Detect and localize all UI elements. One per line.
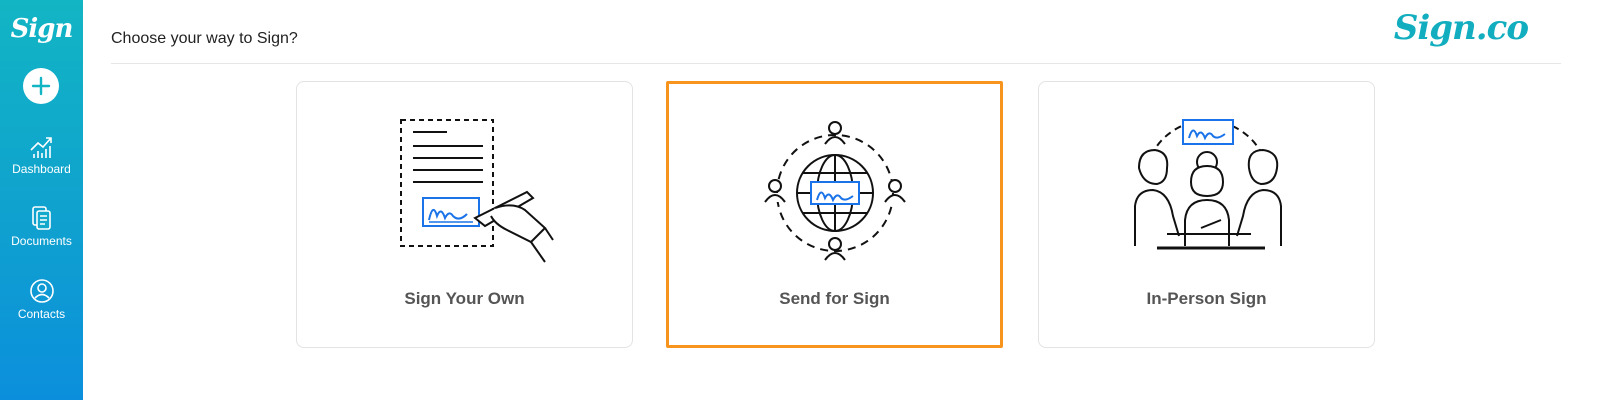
sidebar-item-label: Documents <box>11 234 72 248</box>
sidebar-item-documents[interactable]: Documents <box>0 204 83 248</box>
documents-icon <box>31 206 51 230</box>
contact-icon <box>29 279 54 303</box>
option-label: Send for Sign <box>779 289 890 308</box>
chart-icon <box>29 137 52 158</box>
sidebar: Sign Dashboard Documents Contacts <box>0 0 83 400</box>
page-title: Choose your way to Sign? <box>111 30 298 47</box>
sidebar-item-contacts[interactable]: Contacts <box>0 277 83 321</box>
send-sign-icon <box>669 110 1000 270</box>
sidebar-item-label: Dashboard <box>12 162 71 176</box>
header-divider <box>111 63 1561 64</box>
sign-own-icon <box>297 110 632 270</box>
option-sign-your-own[interactable]: Sign Your Own <box>296 81 633 348</box>
option-in-person-sign[interactable]: In-Person Sign <box>1038 81 1375 348</box>
sidebar-item-dashboard[interactable]: Dashboard <box>0 132 83 176</box>
in-person-icon <box>1039 96 1374 256</box>
option-label: In-Person Sign <box>1146 289 1267 308</box>
plus-icon <box>31 76 51 96</box>
option-send-for-sign[interactable]: Send for Sign <box>666 81 1003 348</box>
brand-logo: Sign.co <box>1393 8 1529 48</box>
option-label: Sign Your Own <box>404 289 525 308</box>
sidebar-item-label: Contacts <box>17 307 66 321</box>
add-button[interactable] <box>23 68 59 104</box>
sidebar-logo[interactable]: Sign <box>0 14 83 44</box>
